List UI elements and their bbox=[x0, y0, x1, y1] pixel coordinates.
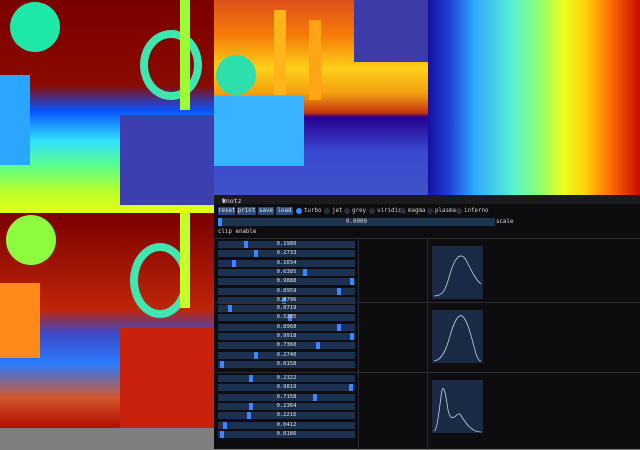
colormap-turbo-radio[interactable] bbox=[296, 208, 302, 214]
colormap-plasma-label: plasma bbox=[435, 208, 456, 214]
save-button[interactable]: save bbox=[258, 207, 274, 215]
box-shape bbox=[354, 0, 428, 62]
clip-enable-label: clip enable bbox=[218, 229, 257, 235]
knot-slider[interactable]: 0.0719 bbox=[218, 305, 355, 312]
slider-value: 0.7158 bbox=[276, 393, 297, 400]
slider-value: 0.2740 bbox=[276, 351, 297, 358]
knot-slider[interactable]: 0.6385 bbox=[218, 268, 355, 276]
knot-slider[interactable]: 0.0186 bbox=[218, 430, 355, 438]
slider-value: 0.0719 bbox=[276, 305, 297, 311]
slider-value: 0.9888 bbox=[276, 278, 297, 285]
slider-value: 0.2733 bbox=[276, 250, 297, 257]
scale-label: scale bbox=[496, 219, 514, 225]
slider-value: 0.1980 bbox=[276, 241, 297, 247]
colormap-magma-radio[interactable] bbox=[400, 208, 406, 214]
knot-slider[interactable]: 0.1034 bbox=[218, 259, 355, 267]
slider-value: 0.0158 bbox=[276, 360, 297, 367]
colormap-viridis-radio[interactable] bbox=[369, 208, 375, 214]
control-panel: ▼ knotz reset print save load turbo jet … bbox=[214, 195, 640, 450]
knot-slider[interactable]: 0.9918 bbox=[218, 332, 355, 340]
slider-value: 0.9819 bbox=[276, 384, 297, 391]
panel-title: knotz bbox=[222, 197, 242, 205]
curve-plot bbox=[432, 310, 483, 363]
slider-value: 0.2322 bbox=[276, 375, 297, 381]
knot-slider[interactable]: 0.2322 bbox=[218, 375, 355, 382]
colormap-inferno-radio[interactable] bbox=[456, 208, 462, 214]
knot-slider[interactable]: 0.0158 bbox=[218, 360, 355, 368]
scale-value: 0.0000 bbox=[346, 219, 367, 225]
slider-group: 0.1980 0.2733 0.1034 0.6385 0.9888 0.8959 0.47… bbox=[214, 238, 640, 304]
pillar-shape bbox=[274, 10, 286, 95]
curve-plot bbox=[432, 246, 483, 299]
slider-value: 0.5285 bbox=[276, 314, 297, 321]
sphere-shape bbox=[6, 215, 56, 265]
colormap-jet-label: jet bbox=[332, 208, 343, 214]
cylinder-shape bbox=[180, 213, 190, 308]
slider-value: 0.9918 bbox=[276, 332, 297, 339]
slider-value: 0.2216 bbox=[276, 412, 297, 419]
knot-slider[interactable]: 0.9819 bbox=[218, 384, 355, 392]
knot-slider[interactable]: 0.7158 bbox=[218, 393, 355, 401]
reset-button[interactable]: reset bbox=[218, 207, 235, 215]
column-divider bbox=[427, 303, 428, 373]
colormap-plasma-radio[interactable] bbox=[427, 208, 433, 214]
render-viewport-top-left[interactable] bbox=[0, 0, 214, 213]
clip-enable-checkbox[interactable]: clip enable bbox=[218, 228, 338, 236]
render-viewport-top-middle[interactable] bbox=[214, 0, 428, 195]
colormap-viridis-label: viridis bbox=[377, 208, 402, 214]
slider-value: 0.1034 bbox=[276, 259, 297, 266]
panel-title-bar[interactable]: ▼ knotz bbox=[214, 195, 640, 205]
print-button[interactable]: print bbox=[237, 207, 256, 215]
curve-line bbox=[433, 255, 482, 297]
slider-value: 0.8968 bbox=[276, 323, 297, 330]
column-divider bbox=[358, 239, 359, 303]
load-button[interactable]: load bbox=[276, 207, 293, 215]
knot-slider[interactable]: 0.1980 bbox=[218, 241, 355, 248]
box-shape bbox=[120, 328, 214, 428]
knot-slider[interactable]: 0.8959 bbox=[218, 287, 355, 295]
slider-group: 0.2322 0.9819 0.7158 0.2364 0.2216 0.0412 0.01… bbox=[214, 372, 640, 450]
cube-shape bbox=[0, 283, 40, 358]
curve-line bbox=[433, 315, 482, 362]
knot-slider[interactable]: 0.2733 bbox=[218, 250, 355, 258]
colormap-grey-radio[interactable] bbox=[344, 208, 350, 214]
knot-slider[interactable]: 0.2364 bbox=[218, 402, 355, 410]
torus-shape bbox=[140, 30, 202, 100]
knot-slider[interactable]: 0.7360 bbox=[218, 342, 355, 350]
sphere-shape bbox=[216, 55, 256, 95]
cylinder-shape bbox=[180, 0, 190, 110]
knot-slider[interactable]: 0.2740 bbox=[218, 351, 355, 359]
curve-line bbox=[433, 388, 482, 433]
scale-slider[interactable]: 0.0000 bbox=[218, 218, 495, 226]
knot-slider[interactable]: 0.9888 bbox=[218, 278, 355, 286]
slider-group: 0.0719 0.5285 0.8968 0.9918 0.7360 0.2740 0.01… bbox=[214, 302, 640, 373]
slider-value: 0.6385 bbox=[276, 268, 297, 275]
cube-shape bbox=[0, 75, 30, 165]
slider-value: 0.8959 bbox=[276, 287, 297, 294]
render-viewport-bottom-left[interactable] bbox=[0, 213, 214, 428]
colormap-grey-label: grey bbox=[352, 208, 366, 214]
render-viewport-top-right[interactable] bbox=[428, 0, 640, 195]
knot-slider[interactable]: 0.5285 bbox=[218, 314, 355, 322]
slider-value: 0.2364 bbox=[276, 402, 297, 409]
colormap-turbo-label: turbo bbox=[304, 208, 322, 214]
knot-slider[interactable]: 0.0412 bbox=[218, 421, 355, 429]
column-divider bbox=[427, 239, 428, 303]
colormap-jet-radio[interactable] bbox=[324, 208, 330, 214]
slider-value: 0.0412 bbox=[276, 421, 297, 428]
slider-value: 0.7360 bbox=[276, 342, 297, 349]
knot-slider[interactable]: 0.2216 bbox=[218, 412, 355, 420]
box-shape bbox=[120, 115, 214, 205]
slider-value: 0.0186 bbox=[276, 430, 297, 437]
cube-shape bbox=[214, 96, 304, 166]
curve-plot bbox=[432, 380, 483, 433]
column-divider bbox=[358, 303, 359, 373]
pillar-shape bbox=[309, 20, 321, 100]
column-divider bbox=[358, 373, 359, 450]
colormap-magma-label: magma bbox=[408, 208, 426, 214]
column-divider bbox=[427, 373, 428, 450]
sphere-shape bbox=[10, 2, 60, 52]
knot-slider[interactable]: 0.8968 bbox=[218, 323, 355, 331]
colormap-inferno-label: inferno bbox=[464, 208, 489, 214]
